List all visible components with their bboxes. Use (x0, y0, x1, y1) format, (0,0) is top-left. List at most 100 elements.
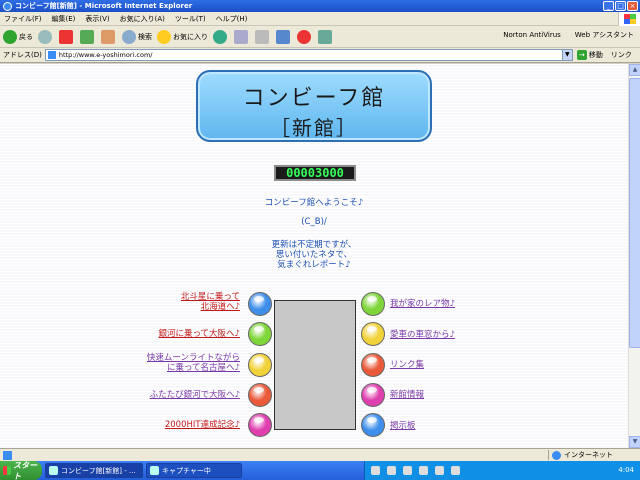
page-icon (47, 51, 56, 59)
site-logo: コンビーフ館 ［新館］ (196, 70, 432, 142)
refresh-button[interactable] (80, 29, 96, 44)
scroll-up-icon[interactable]: ▲ (629, 64, 640, 76)
ball-icon-right-3[interactable] (361, 353, 385, 377)
logo-line2: ［新館］ (270, 116, 358, 140)
discuss-button[interactable] (318, 29, 334, 44)
edit-icon (276, 29, 290, 44)
taskbar-item-capture[interactable]: キャプチャー中 (146, 463, 242, 478)
note-line1: 更新は不定期ですが、 (271, 240, 357, 250)
taskbar-item-ie[interactable]: コンビーフ館[新館] - ... (45, 463, 143, 478)
links-button[interactable]: リンク (611, 50, 632, 60)
windows-logo-icon (618, 12, 640, 26)
address-bar: アドレス(D) http://www.e-yoshimori.com/ ▼ → … (0, 48, 640, 63)
link-new-info[interactable]: 新館情報 (390, 388, 424, 400)
menu-edit[interactable]: 編集(E) (52, 14, 76, 24)
home-button[interactable] (101, 29, 117, 44)
welcome-text: コンビーフ館へようこそ♪ (264, 198, 364, 208)
tray-icon[interactable] (371, 466, 380, 475)
go-button[interactable]: → 移動 (576, 50, 603, 60)
tray-icon[interactable] (387, 466, 396, 475)
task-label: キャプチャー中 (162, 466, 211, 475)
link-hokutosei[interactable]: 北斗星に乗って 北海道へ♪ (181, 292, 240, 312)
tray-icon[interactable] (451, 466, 460, 475)
tray-icon[interactable] (419, 466, 428, 475)
address-dropdown-icon[interactable]: ▼ (561, 50, 572, 60)
taskbar: スタート コンビーフ館[新館] - ... キャプチャー中 4:04 (0, 461, 640, 480)
messenger-icon (297, 29, 311, 44)
clock[interactable]: 4:04 (618, 466, 634, 474)
address-input[interactable]: http://www.e-yoshimori.com/ ▼ (44, 49, 573, 61)
link-2000hit[interactable]: 2000HIT達成記念♪ (165, 420, 240, 430)
task-label: コンビーフ館[新館] - ... (61, 466, 136, 475)
status-bar: インターネット (0, 448, 640, 461)
menu-file[interactable]: ファイル(F) (4, 14, 42, 24)
center-image-placeholder (274, 300, 356, 430)
web-assistant-button[interactable]: Web アシスタント (575, 30, 634, 40)
ball-icon-right-1[interactable] (361, 292, 385, 316)
ball-icon-left-1[interactable] (248, 292, 272, 316)
ball-icon-right-5[interactable] (361, 413, 385, 437)
security-zone: インターネット (548, 450, 613, 460)
minimize-button[interactable]: _ (603, 1, 614, 11)
search-button[interactable]: 検索 (122, 29, 152, 44)
link-car-window[interactable]: 愛車の車窓から♪ (390, 328, 455, 340)
ball-icon-right-4[interactable] (361, 383, 385, 407)
menu-tools[interactable]: ツール(T) (175, 14, 206, 24)
back-arrow-icon (3, 29, 17, 44)
link-moonlight-nagara[interactable]: 快速ムーンライトながら に乗って名古屋へ♪ (147, 353, 240, 373)
link-label: 銀河に乗って大阪へ♪ (158, 329, 240, 339)
menu-view[interactable]: 表示(V) (85, 14, 109, 24)
link-rare-items[interactable]: 我が家のレア物♪ (390, 297, 455, 309)
home-icon (101, 29, 115, 44)
link-ginga-osaka[interactable]: 銀河に乗って大阪へ♪ (158, 329, 240, 339)
page-done-icon (3, 450, 12, 460)
toolbar: 戻る 検索 お気に入り Norton AntiVirus Web アシスタント (0, 26, 640, 48)
history-button[interactable] (213, 29, 229, 44)
start-button[interactable]: スタート (0, 461, 42, 480)
capture-task-icon (150, 466, 159, 475)
edit-button[interactable] (276, 29, 292, 44)
ball-icon-left-2[interactable] (248, 322, 272, 346)
messenger-button[interactable] (297, 29, 313, 44)
scroll-thumb[interactable] (629, 78, 640, 348)
note-line3: 気まぐれレポート♪ (277, 260, 351, 270)
ball-icon-right-2[interactable] (361, 322, 385, 346)
norton-button[interactable]: Norton AntiVirus (503, 31, 561, 39)
stop-button[interactable] (59, 29, 75, 44)
ball-icon-left-4[interactable] (248, 383, 272, 407)
maximize-button[interactable]: □ (615, 1, 626, 11)
mail-icon (234, 29, 248, 44)
tray-icon[interactable] (435, 466, 444, 475)
ie-icon (3, 1, 12, 11)
forward-arrow-icon (38, 29, 52, 44)
forward-button[interactable] (38, 29, 54, 44)
print-button[interactable] (255, 29, 271, 44)
star-icon (157, 29, 171, 44)
tray-icon[interactable] (403, 466, 412, 475)
scroll-down-icon[interactable]: ▼ (629, 436, 640, 448)
go-arrow-icon: → (576, 50, 587, 60)
menu-help[interactable]: ヘルプ(H) (216, 14, 248, 24)
refresh-icon (80, 29, 94, 44)
stop-icon (59, 29, 73, 44)
favorites-button[interactable]: お気に入り (157, 29, 208, 44)
title-bar[interactable]: コンビーフ館[新館] - Microsoft Internet Explorer… (0, 0, 640, 12)
menu-favorites[interactable]: お気に入り(A) (120, 14, 165, 24)
link-futatabi-ginga[interactable]: ふたたび銀河で大阪へ♪ (150, 390, 240, 400)
vertical-scrollbar[interactable]: ▲ ▼ (628, 64, 640, 448)
link-label: 北海道へ♪ (200, 302, 240, 312)
link-links[interactable]: リンク集 (390, 358, 424, 370)
go-label: 移動 (588, 51, 603, 59)
search-icon (122, 29, 136, 44)
link-bbs[interactable]: 掲示板 (390, 419, 416, 431)
ball-icon-left-3[interactable] (248, 353, 272, 377)
discuss-icon (318, 29, 332, 44)
globe-icon (552, 450, 561, 460)
logo-line1: コンビーフ館 (242, 86, 386, 111)
back-button[interactable]: 戻る (3, 29, 33, 44)
zone-label: インターネット (564, 451, 613, 459)
close-button[interactable]: × (627, 1, 638, 11)
mail-button[interactable] (234, 29, 250, 44)
ball-icon-left-5[interactable] (248, 413, 272, 437)
favorites-label: お気に入り (173, 32, 208, 41)
